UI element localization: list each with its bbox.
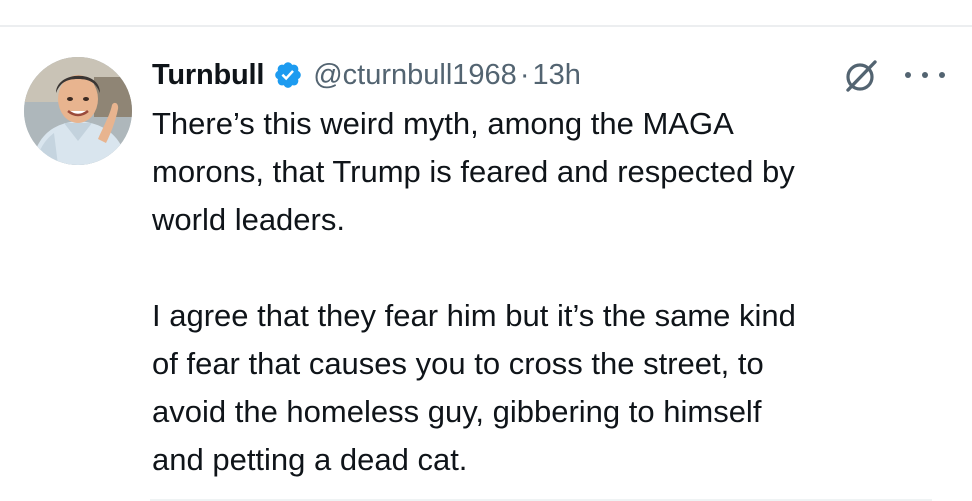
verified-badge-icon[interactable] <box>273 60 303 90</box>
display-name[interactable]: Turnbull <box>152 59 264 92</box>
tweet-card[interactable]: Turnbull @cturnbull1968 · 13h There’s th… <box>0 0 972 501</box>
tweet-paragraph: There’s this weird myth, among the MAGA … <box>152 100 952 244</box>
tweet-paragraph: I agree that they fear him but it’s the … <box>152 292 952 484</box>
timestamp[interactable]: 13h <box>532 59 580 92</box>
tweet-header: Turnbull @cturnbull1968 · 13h <box>152 52 581 98</box>
text-line: There’s this weird myth, among the MAGA <box>152 106 734 141</box>
more-dot <box>905 72 911 78</box>
author-handle[interactable]: @cturnbull1968 <box>313 59 517 92</box>
tweet-text: There’s this weird myth, among the MAGA … <box>152 100 952 484</box>
separator-dot: · <box>519 58 530 91</box>
text-line: and petting a dead cat. <box>152 442 468 477</box>
avatar[interactable] <box>24 57 132 165</box>
more-dot <box>939 72 945 78</box>
text-line: morons, that Trump is feared and respect… <box>152 154 795 189</box>
text-line: I agree that they fear him but it’s the … <box>152 298 796 333</box>
text-line: avoid the homeless guy, gibbering to him… <box>152 394 762 429</box>
grok-slash-icon[interactable] <box>842 57 880 95</box>
top-divider <box>0 25 972 27</box>
text-line: world leaders. <box>152 202 345 237</box>
more-dot <box>922 72 928 78</box>
more-options-icon[interactable] <box>905 60 945 90</box>
text-line: of fear that causes you to cross the str… <box>152 346 764 381</box>
